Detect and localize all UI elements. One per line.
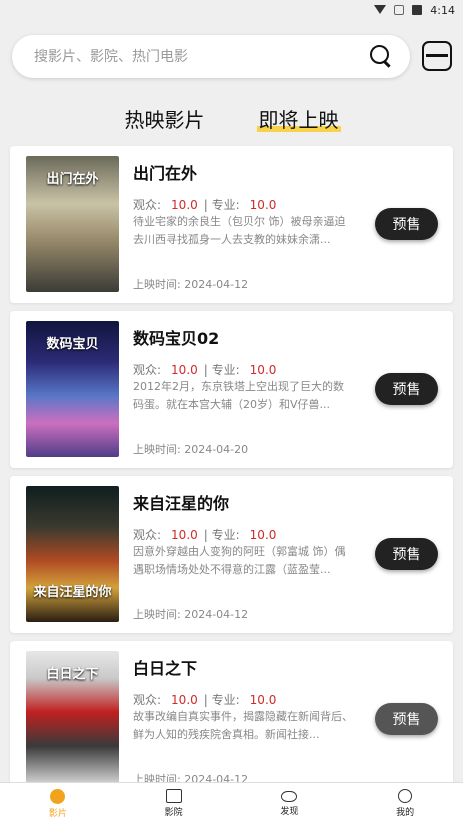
audience-score: 10.0	[171, 363, 198, 377]
movie-title: 来自汪星的你	[133, 494, 230, 513]
cinema-icon	[165, 789, 182, 803]
release-date: 上映时间: 2024-04-12	[133, 278, 249, 291]
status-bar: 4:14	[0, 0, 463, 20]
movie-card[interactable]: 数码宝贝 数码宝贝02 观众: 10.0 | 专业: 10.0 2012年2月，东京铁…	[10, 311, 453, 468]
pro-score: 10.0	[249, 693, 277, 707]
nav-item-movies[interactable]: 影片	[0, 783, 116, 824]
user-icon	[398, 789, 413, 803]
top-bar: 搜影片、影院、热门电影	[12, 34, 452, 78]
presale-button[interactable]: 预售	[375, 703, 438, 735]
bottom-nav: 影片 影院 发现 我的	[0, 782, 463, 824]
nav-item-discover[interactable]: 发现	[232, 783, 348, 824]
movie-scores: 观众: 10.0 | 专业: 10.0	[133, 693, 277, 707]
movie-title: 数码宝贝02	[133, 329, 220, 348]
movie-tabs: 热映影片 即将上映	[0, 104, 463, 134]
wifi-icon	[374, 5, 387, 15]
movie-poster[interactable]: 数码宝贝	[26, 321, 119, 457]
movie-description: 待业宅家的余良生（包贝尔 饰）被母亲逼迫去川西寻找孤身一人去支教的妹妹余潇...	[133, 215, 346, 246]
pro-score: 10.0	[249, 198, 277, 212]
audience-score: 10.0	[171, 198, 198, 212]
no-sim-icon	[394, 5, 405, 15]
movie-description: 2012年2月，东京铁塔上空出现了巨大的数码蛋。就在本宫大辅（20岁）和V仔兽.…	[133, 380, 344, 411]
battery-icon	[412, 5, 423, 15]
presale-button[interactable]: 预售	[375, 538, 438, 570]
search-placeholder: 搜影片、影院、热门电影	[34, 49, 188, 65]
search-icon[interactable]	[370, 45, 392, 67]
movie-scores: 观众: 10.0 | 专业: 10.0	[133, 363, 277, 377]
movie-card[interactable]: 出门在外 出门在外 观众: 10.0 | 专业: 10.0 待业宅家的余良生（包贝尔 …	[10, 146, 453, 303]
pro-score: 10.0	[249, 528, 277, 542]
movie-title: 出门在外	[133, 164, 198, 183]
movie-description: 因意外穿越由人变狗的阿旺（郭富城 饰）偶遇职场情场处处不得意的江露（蓝盈莹...	[133, 545, 346, 576]
movie-poster[interactable]: 白日之下	[26, 651, 119, 787]
presale-button[interactable]: 预售	[375, 373, 438, 405]
movie-poster[interactable]: 来自汪星的你	[26, 486, 119, 622]
scan-icon[interactable]	[422, 41, 452, 71]
search-input[interactable]: 搜影片、影院、热门电影	[12, 34, 411, 78]
pro-score: 10.0	[249, 363, 277, 377]
tab-now-showing[interactable]: 热映影片	[123, 104, 207, 134]
release-date: 上映时间: 2024-04-12	[133, 608, 249, 621]
status-time: 4:14	[430, 3, 455, 17]
audience-score: 10.0	[171, 693, 198, 707]
movie-title: 白日之下	[133, 659, 198, 678]
eye-icon	[281, 790, 298, 802]
movie-scores: 观众: 10.0 | 专业: 10.0	[133, 528, 277, 542]
movie-scores: 观众: 10.0 | 专业: 10.0	[133, 198, 277, 212]
movie-card[interactable]: 白日之下 白日之下 观众: 10.0 | 专业: 10.0 故事改编自真实事件，揭露隐…	[10, 641, 453, 798]
movie-card[interactable]: 来自汪星的你 来自汪星的你 观众: 10.0 | 专业: 10.0 因意外穿越由人变狗…	[10, 476, 453, 633]
nav-item-profile[interactable]: 我的	[347, 783, 463, 824]
movie-poster[interactable]: 出门在外	[26, 156, 119, 292]
release-date: 上映时间: 2024-04-20	[133, 443, 249, 456]
presale-button[interactable]: 预售	[375, 208, 438, 240]
tab-coming-soon[interactable]: 即将上映	[256, 104, 341, 134]
film-icon	[50, 788, 66, 804]
nav-item-cinemas[interactable]: 影院	[116, 783, 232, 824]
movie-list: 出门在外 出门在外 观众: 10.0 | 专业: 10.0 待业宅家的余良生（包贝尔 …	[10, 146, 453, 806]
movie-description: 故事改编自真实事件，揭露隐藏在新闻背后、鲜为人知的残疾院舍真相。新闻社接...	[133, 710, 353, 741]
audience-score: 10.0	[171, 528, 198, 542]
